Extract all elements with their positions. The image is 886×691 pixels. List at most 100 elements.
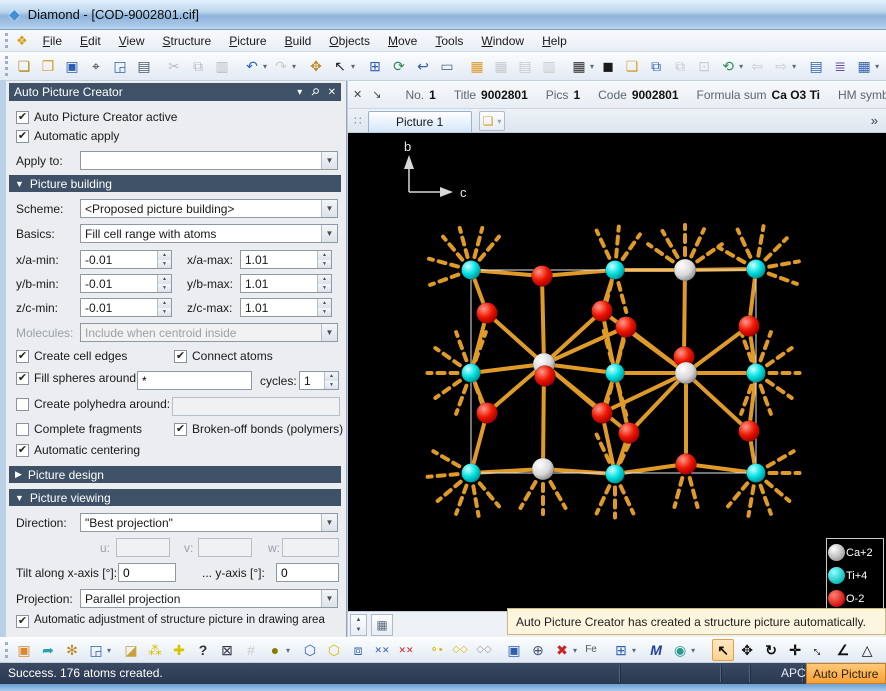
fe-atom-button[interactable]: Fe (580, 639, 602, 661)
tab-grip[interactable]: ∷ (354, 114, 362, 128)
toolbar-grip[interactable] (5, 641, 8, 659)
menu-build[interactable]: Build (276, 32, 321, 50)
mode-perspective-button[interactable]: △ (856, 639, 878, 661)
zc-min-spinner[interactable]: -0.01 ▲ ▼ (80, 298, 172, 317)
pin-icon[interactable]: ⚲ (308, 86, 321, 99)
toolbar-grip[interactable] (5, 56, 8, 76)
xa-max-spinner[interactable]: 1.01 ▲ ▼ (240, 250, 332, 269)
popout-icon[interactable]: ↘ (372, 88, 381, 101)
menu-window[interactable]: Window (472, 32, 533, 50)
checkbox-complete-fragments[interactable]: Complete fragments (16, 422, 142, 436)
menu-grip[interactable] (5, 33, 10, 48)
checkbox-broken-off-bonds[interactable]: ✔ Broken-off bonds (polymers) (174, 422, 343, 436)
mode-pointer-button[interactable]: ↖ (712, 639, 735, 661)
restore-window-button[interactable]: ↩ (412, 55, 434, 77)
add-atom-button[interactable]: ✚ (168, 639, 190, 661)
print-preview-button[interactable]: ◲ (109, 55, 131, 77)
navigation-tree-button[interactable]: ⊞ (364, 55, 386, 77)
chevron-down-icon[interactable]: ▾ (263, 62, 267, 71)
measure-mode-button[interactable]: M (645, 639, 667, 661)
zc-max-spinner[interactable]: 1.01 ▲ ▼ (240, 298, 332, 317)
screen-view-button[interactable]: ◼ (597, 55, 619, 77)
pointer-select-button[interactable]: ↖ (329, 55, 351, 77)
molecule-blue-button[interactable]: ⬡ (299, 639, 321, 661)
preview-report-button[interactable]: ◲ (85, 639, 107, 661)
apply-to-combobox[interactable]: ▼ (80, 151, 338, 170)
checkbox-create-polyhedra[interactable]: Create polyhedra around: (16, 397, 170, 411)
grid-toggle-button[interactable]: ▦ (371, 613, 393, 636)
chevron-down-icon[interactable]: ▾ (632, 646, 636, 655)
chevron-down-icon[interactable]: ▼ (321, 225, 337, 242)
bonds-gray-button[interactable]: ◇◇ (473, 639, 495, 661)
mode-angle-button[interactable]: ∠ (832, 639, 854, 661)
fill-spheres-input[interactable] (137, 371, 252, 390)
structure-drawing-area[interactable]: bc Ca+2 Ti+4 O-2 (348, 133, 886, 611)
mode-zoom-button[interactable]: ↔ (808, 639, 830, 661)
chevron-down-icon[interactable]: ▾ (875, 62, 879, 71)
mode-translate-button[interactable]: ✛ (784, 639, 806, 661)
chevron-down-icon[interactable]: ▼ (321, 200, 337, 217)
menu-objects[interactable]: Objects (320, 32, 379, 50)
projection-combobox[interactable]: Parallel projection ▼ (80, 589, 338, 608)
polyhedra-button[interactable]: ⧈ (347, 639, 369, 661)
atom-unknown-button[interactable]: ? (192, 639, 214, 661)
tilt-x-input[interactable] (118, 563, 176, 582)
table-view-button[interactable]: ▦ (466, 55, 488, 77)
cycles-spinner[interactable]: 1 ▲ ▼ (299, 371, 339, 390)
menu-move[interactable]: Move (379, 32, 426, 50)
new-picture-button[interactable]: ❏ (621, 55, 643, 77)
chevron-down-icon[interactable]: ▾ (107, 646, 111, 655)
menu-edit[interactable]: Edit (71, 32, 110, 50)
unit-cell-button[interactable]: ▣ (503, 639, 525, 661)
duplicate-picture-button[interactable]: ⧉ (645, 55, 667, 77)
section-picture-design[interactable]: ▶ Picture design (9, 466, 341, 483)
panel-menu-icon[interactable]: ▾ (297, 87, 302, 98)
save-file-button[interactable]: ▣ (61, 55, 83, 77)
panel-close-icon[interactable]: ✕ (328, 87, 336, 98)
undo-button[interactable]: ↶ (241, 55, 263, 77)
chevron-down-icon[interactable]: ▾ (739, 62, 743, 71)
new-document-button[interactable]: ❏ (13, 55, 35, 77)
chevron-down-icon[interactable]: ▾ (590, 62, 594, 71)
destroy-all-button[interactable]: ✖ (551, 639, 573, 661)
viewing-center-button[interactable]: ⊕ (527, 639, 549, 661)
menu-view[interactable]: View (110, 32, 154, 50)
pack-fill-range-button[interactable]: ⊞ (610, 639, 632, 661)
chevron-down-icon[interactable]: ▼ (321, 152, 337, 169)
mode-rotate-button[interactable]: ↻ (760, 639, 782, 661)
menu-file[interactable]: File (34, 32, 71, 50)
chevron-down-icon[interactable]: ▼ (321, 590, 337, 607)
checkbox-automatic-centering[interactable]: ✔ Automatic centering (16, 443, 140, 457)
document-system-icon[interactable]: ❖ (16, 33, 28, 49)
print-button[interactable]: ▤ (133, 55, 155, 77)
grid-mode-button[interactable]: ▦ (568, 55, 590, 77)
create-bond-button[interactable]: ⚬• (425, 639, 447, 661)
chevron-down-icon[interactable]: ▾ (792, 62, 796, 71)
destroy-red-button[interactable]: ✕✕ (395, 639, 417, 661)
mode-spin-button[interactable]: ⊙ (880, 639, 886, 661)
toolbar-overflow-icon[interactable]: ▾ (691, 646, 695, 655)
open-file-button[interactable]: ❒ (37, 55, 59, 77)
picture-pager[interactable]: ▲ ▼ (350, 613, 367, 636)
table-grid-button[interactable]: ▦ (853, 55, 875, 77)
fill-cell-range-button[interactable]: ⊠ (216, 639, 238, 661)
menu-picture[interactable]: Picture (220, 32, 275, 50)
scheme-combobox[interactable]: <Proposed picture building> ▼ (80, 199, 338, 218)
destroy-blue-button[interactable]: ✕✕ (371, 639, 393, 661)
section-picture-building[interactable]: ▼ Picture building (9, 175, 341, 192)
chevron-down-icon[interactable]: ▼ (321, 514, 337, 531)
basics-combobox[interactable]: Fill cell range with atoms ▼ (80, 224, 338, 243)
molecule-yellow-button[interactable]: ⬡ (323, 639, 345, 661)
auto-build-wand-button[interactable]: ✻ (61, 639, 83, 661)
checkbox-automatic-apply[interactable]: ✔ Automatic apply (16, 129, 119, 143)
render-quality-button[interactable]: ◉ (669, 639, 691, 661)
checkbox-fill-spheres[interactable]: ✔ Fill spheres around: (16, 371, 139, 385)
mode-move-button[interactable]: ✥ (736, 639, 758, 661)
checkbox-create-cell-edges[interactable]: ✔ Create cell edges (16, 349, 127, 363)
menu-tools[interactable]: Tools (426, 32, 472, 50)
tab-picture-1[interactable]: Picture 1 (367, 111, 472, 132)
tab-overflow-chevron[interactable]: » (871, 113, 878, 128)
apply-picture-button[interactable]: ➦ (37, 639, 59, 661)
tilt-y-input[interactable] (276, 563, 339, 582)
properties-list-button[interactable]: ≣ (829, 55, 851, 77)
